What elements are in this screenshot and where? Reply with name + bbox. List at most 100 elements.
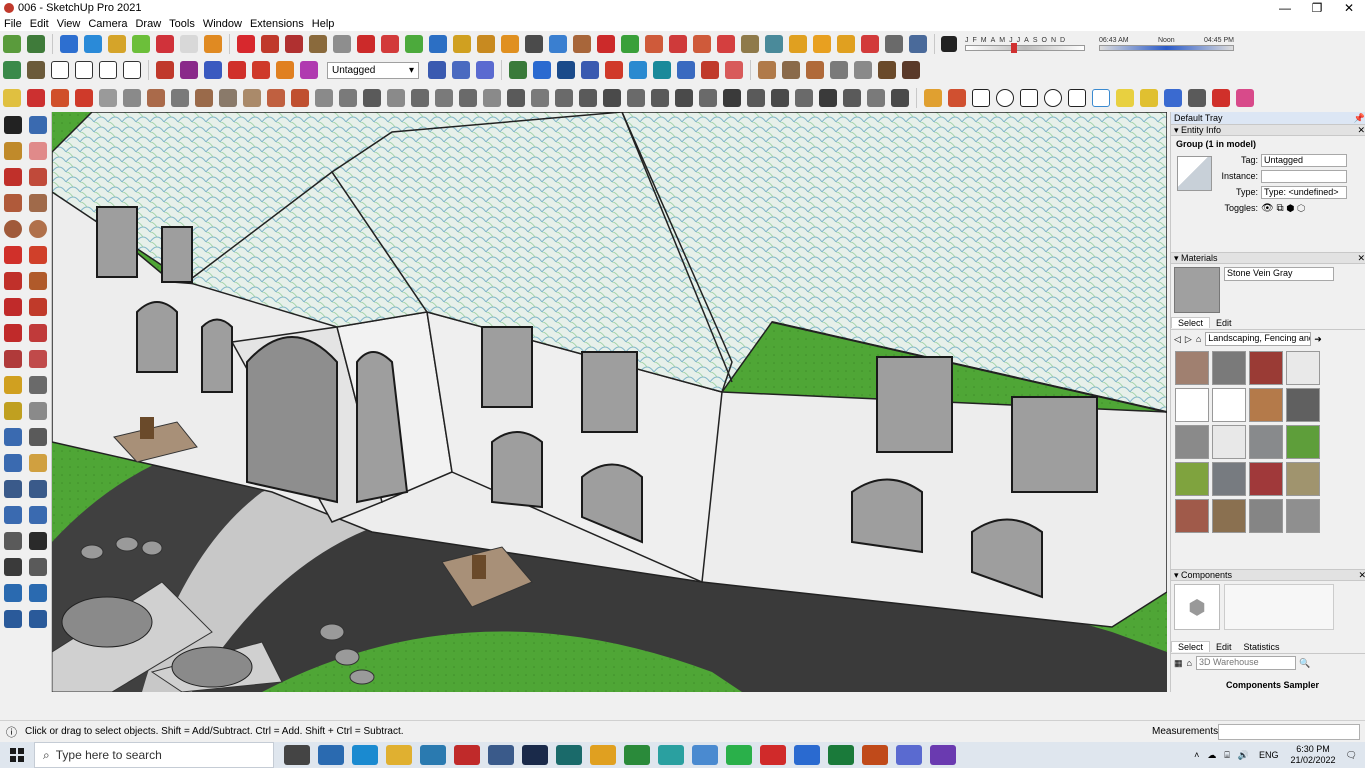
freehand-icon[interactable] — [75, 89, 93, 107]
pencil-icon[interactable] — [428, 61, 446, 79]
pin-icon[interactable]: 📌 — [1354, 113, 1365, 124]
menu-view[interactable]: View — [53, 18, 85, 30]
smooth-icon[interactable] — [579, 89, 597, 107]
grammarly-icon[interactable] — [862, 745, 888, 765]
lasso-icon[interactable] — [885, 35, 903, 53]
window-tool-icon[interactable] — [819, 89, 837, 107]
arc-icon[interactable] — [357, 35, 375, 53]
search-field[interactable]: 3D Warehouse — [1195, 656, 1296, 670]
taskbar-search[interactable]: ⌕ Type here to search — [34, 742, 274, 768]
camera-icon[interactable] — [830, 61, 848, 79]
lathe-icon[interactable] — [315, 89, 333, 107]
paint-bucket-icon[interactable] — [3, 142, 22, 160]
date-track[interactable] — [965, 43, 1085, 53]
hatch-icon[interactable] — [723, 89, 741, 107]
bend-icon[interactable] — [363, 89, 381, 107]
snipping-icon[interactable] — [488, 745, 514, 765]
sweep-icon[interactable] — [291, 89, 309, 107]
divide-icon[interactable] — [507, 89, 525, 107]
components-sampler[interactable]: Components Sampler — [1226, 680, 1319, 690]
menu-file[interactable]: File — [0, 18, 26, 30]
todo-icon[interactable] — [794, 745, 820, 765]
library-dropdown[interactable]: Landscaping, Fencing and ... — [1205, 332, 1312, 346]
swatch[interactable] — [1212, 499, 1246, 533]
swatch[interactable] — [1286, 462, 1320, 496]
menu-camera[interactable]: Camera — [84, 18, 131, 30]
explode-icon[interactable] — [555, 89, 573, 107]
sphere-icon[interactable] — [1188, 89, 1206, 107]
extension-icon[interactable] — [621, 35, 639, 53]
eraser-tool-icon[interactable] — [29, 142, 48, 160]
app-icon[interactable] — [930, 745, 956, 765]
weld-icon[interactable] — [531, 89, 549, 107]
stamp-tool-icon[interactable] — [3, 610, 22, 628]
previous-view-icon[interactable] — [29, 506, 48, 524]
tag-dropdown[interactable]: Untagged ▾ — [327, 61, 419, 79]
materials-header[interactable]: ▾ Materials ✕ — [1171, 252, 1365, 264]
top-view-icon[interactable] — [27, 61, 45, 79]
arc-2pt-icon[interactable] — [3, 246, 22, 264]
info-icon[interactable]: ⓘ — [6, 724, 17, 740]
forward-icon[interactable]: ▷ — [1185, 334, 1192, 345]
swatch[interactable] — [1249, 462, 1283, 496]
shadow-date-slider[interactable]: J F M A M J J A S O N D — [965, 37, 1085, 53]
close-button[interactable]: ✕ — [1333, 0, 1365, 16]
joint-icon[interactable] — [147, 89, 165, 107]
follow-me-tool-icon[interactable] — [29, 324, 48, 342]
extrude-icon[interactable] — [219, 89, 237, 107]
freehand-tool-icon[interactable] — [29, 168, 48, 186]
shell-icon[interactable] — [411, 89, 429, 107]
bevel-icon[interactable] — [195, 89, 213, 107]
torus-icon[interactable] — [1116, 89, 1134, 107]
menu-tools[interactable]: Tools — [165, 18, 199, 30]
notepad-icon[interactable] — [692, 745, 718, 765]
rotated-rectangle-icon[interactable] — [29, 194, 48, 212]
delete-icon[interactable] — [861, 35, 879, 53]
menu-window[interactable]: Window — [199, 18, 246, 30]
getting-started-icon[interactable] — [3, 35, 21, 53]
rotate-view-icon[interactable] — [677, 61, 695, 79]
swatch[interactable] — [1212, 388, 1246, 422]
time-track[interactable] — [1099, 45, 1234, 51]
circle-tool-icon[interactable] — [3, 220, 22, 238]
swatch[interactable] — [1175, 351, 1209, 385]
wireframe-icon[interactable] — [204, 61, 222, 79]
wall-icon[interactable] — [795, 89, 813, 107]
tag-tool-icon[interactable] — [156, 61, 174, 79]
helix-icon[interactable] — [1140, 89, 1158, 107]
iso-view-icon[interactable] — [3, 61, 21, 79]
menu-help[interactable]: Help — [308, 18, 339, 30]
polygon-icon[interactable] — [1020, 89, 1038, 107]
axes-icon[interactable] — [549, 35, 567, 53]
display-section-icon[interactable] — [261, 35, 279, 53]
windows-start-icon[interactable] — [0, 742, 34, 768]
flip-edge-icon[interactable] — [204, 35, 222, 53]
sketchup-taskbar-icon[interactable] — [420, 745, 446, 765]
skin-icon[interactable] — [267, 89, 285, 107]
3d-text-icon[interactable] — [29, 428, 48, 446]
bag-icon[interactable] — [854, 61, 872, 79]
model-scene[interactable] — [52, 112, 1167, 692]
materials-tab-edit[interactable]: Edit — [1210, 318, 1238, 328]
swatch[interactable] — [1249, 499, 1283, 533]
chrome-alt-icon[interactable] — [624, 745, 650, 765]
solid-subtract-icon[interactable] — [669, 35, 687, 53]
back-view-icon[interactable] — [99, 61, 117, 79]
shaded-icon[interactable] — [252, 61, 270, 79]
material-name-field[interactable]: Stone Vein Gray — [1224, 267, 1334, 281]
components-tab-edit[interactable]: Edit — [1210, 642, 1238, 652]
terrain-edit-icon[interactable] — [782, 61, 800, 79]
swatch[interactable] — [1212, 351, 1246, 385]
swatch[interactable] — [1286, 425, 1320, 459]
pyramid-icon[interactable] — [1236, 89, 1254, 107]
terrain-icon[interactable] — [758, 61, 776, 79]
opera-icon[interactable] — [760, 745, 786, 765]
xray-icon[interactable] — [180, 61, 198, 79]
clock[interactable]: 6:30 PM 21/02/2022 — [1291, 744, 1336, 766]
polyline-icon[interactable] — [27, 89, 45, 107]
array-icon[interactable] — [483, 89, 501, 107]
redo-icon[interactable] — [701, 61, 719, 79]
rectangle-tool-icon[interactable] — [3, 194, 22, 212]
terminal-icon[interactable] — [556, 745, 582, 765]
component-icon[interactable] — [29, 116, 48, 134]
